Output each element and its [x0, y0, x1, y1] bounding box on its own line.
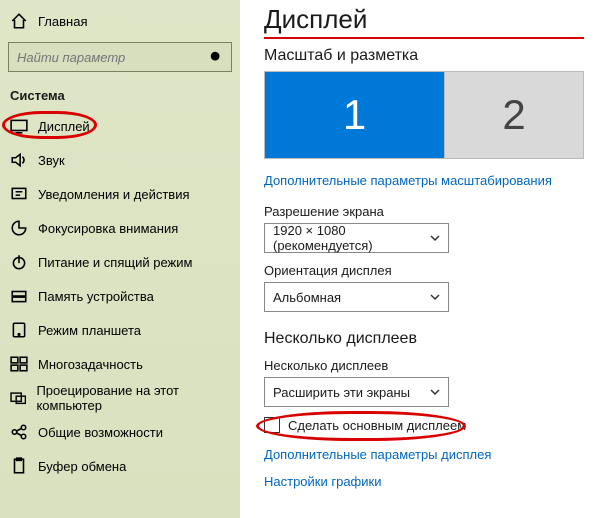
make-primary-checkbox[interactable]: Сделать основным дисплеем — [264, 417, 584, 433]
display-number: 2 — [502, 91, 525, 139]
notify-icon — [10, 185, 28, 203]
sidebar-item-label: Память устройства — [38, 289, 154, 304]
display-arrangement[interactable]: 1 2 — [264, 71, 584, 159]
display-icon — [10, 117, 28, 135]
highlight-underline-icon — [264, 37, 584, 39]
sidebar-home-label: Главная — [38, 14, 87, 29]
sound-icon — [10, 151, 28, 169]
multi-display-value: Расширить эти экраны — [273, 385, 410, 400]
multi-label: Несколько дисплеев — [264, 358, 584, 373]
sidebar-item-clipboard[interactable]: Буфер обмена — [0, 449, 240, 483]
focus-icon — [10, 219, 28, 237]
display-box-1[interactable]: 1 — [265, 72, 445, 158]
chevron-down-icon — [430, 290, 440, 305]
multi-heading: Несколько дисплеев — [264, 330, 584, 348]
sidebar-item-label: Проецирование на этот компьютер — [36, 383, 230, 413]
link-advanced-display[interactable]: Дополнительные параметры дисплея — [264, 447, 491, 462]
multi-display-select[interactable]: Расширить эти экраны — [264, 377, 449, 407]
make-primary-label: Сделать основным дисплеем — [288, 418, 466, 433]
sidebar-section: Система — [0, 82, 240, 109]
resolution-label: Разрешение экрана — [264, 204, 584, 219]
chevron-down-icon — [430, 385, 440, 400]
search-icon — [209, 50, 223, 64]
sidebar-item-label: Фокусировка внимания — [38, 221, 178, 236]
orientation-select[interactable]: Альбомная — [264, 282, 449, 312]
resolution-select[interactable]: 1920 × 1080 (рекомендуется) — [264, 223, 449, 253]
sidebar-item-shared[interactable]: Общие возможности — [0, 415, 240, 449]
checkbox-box-icon — [264, 417, 280, 433]
sidebar-item-label: Общие возможности — [38, 425, 163, 440]
scale-heading: Масштаб и разметка — [264, 47, 584, 65]
sidebar-item-power[interactable]: Питание и спящий режим — [0, 245, 240, 279]
power-icon — [10, 253, 28, 271]
display-number: 1 — [343, 91, 366, 139]
chevron-down-icon — [430, 231, 440, 246]
shared-icon — [10, 423, 28, 441]
sidebar-home[interactable]: Главная — [0, 4, 240, 38]
page-title: Дисплей — [264, 4, 584, 35]
multitask-icon — [10, 355, 28, 373]
main-pane: Дисплей Масштаб и разметка 1 2 Дополните… — [240, 0, 600, 518]
search-input[interactable] — [17, 50, 209, 65]
sidebar-item-project[interactable]: Проецирование на этот компьютер — [0, 381, 240, 415]
sidebar-item-label: Питание и спящий режим — [38, 255, 192, 270]
sidebar-item-tablet[interactable]: Режим планшета — [0, 313, 240, 347]
link-graphics-settings[interactable]: Настройки графики — [264, 474, 381, 489]
orientation-value: Альбомная — [273, 290, 341, 305]
project-icon — [10, 389, 26, 407]
sidebar-item-label: Дисплей — [38, 119, 90, 134]
storage-icon — [10, 287, 28, 305]
sidebar-item-multitask[interactable]: Многозадачность — [0, 347, 240, 381]
home-icon — [10, 12, 28, 30]
sidebar-item-label: Режим планшета — [38, 323, 141, 338]
tablet-icon — [10, 321, 28, 339]
sidebar-item-label: Буфер обмена — [38, 459, 126, 474]
sidebar-item-display[interactable]: Дисплей — [0, 109, 240, 143]
clipboard-icon — [10, 457, 28, 475]
orientation-label: Ориентация дисплея — [264, 263, 584, 278]
sidebar-item-notifications[interactable]: Уведомления и действия — [0, 177, 240, 211]
link-advanced-scaling[interactable]: Дополнительные параметры масштабирования — [264, 173, 552, 188]
resolution-value: 1920 × 1080 (рекомендуется) — [273, 223, 430, 253]
sidebar-item-focus[interactable]: Фокусировка внимания — [0, 211, 240, 245]
sidebar-item-sound[interactable]: Звук — [0, 143, 240, 177]
display-box-2[interactable]: 2 — [445, 72, 583, 158]
search-box[interactable] — [8, 42, 232, 72]
sidebar-item-label: Уведомления и действия — [38, 187, 190, 202]
sidebar-item-label: Звук — [38, 153, 65, 168]
sidebar-item-storage[interactable]: Память устройства — [0, 279, 240, 313]
sidebar-item-label: Многозадачность — [38, 357, 143, 372]
sidebar: Главная Система Дисплей Звук Уведомления… — [0, 0, 240, 518]
